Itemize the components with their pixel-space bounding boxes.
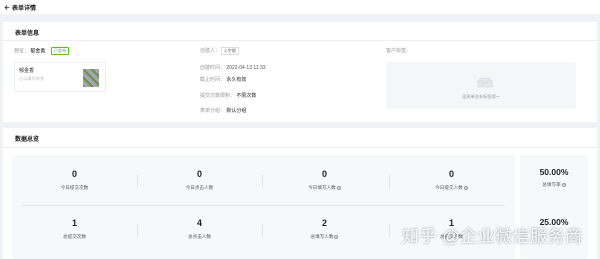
created-time-label: 创建时间：: [200, 65, 226, 71]
stat-value: 0: [71, 169, 77, 179]
stat-label: 总提交次数: [63, 234, 86, 239]
stat-total-clicks: 4 总点击人数: [137, 218, 262, 240]
stat-fill-rate: 50.00% 总填写率?: [520, 167, 588, 188]
arrow-left-icon[interactable]: [3, 4, 10, 11]
separator: [137, 175, 138, 189]
question-icon[interactable]: ?: [334, 234, 339, 239]
question-icon[interactable]: ?: [561, 182, 566, 187]
form-info-title: 表单信息: [15, 31, 40, 37]
submit-limit-label: 提交次数限制：: [200, 93, 236, 99]
stat-value: 4: [196, 218, 202, 228]
divider: [3, 147, 597, 148]
preview-thumbnail: [83, 69, 99, 87]
deadline-label: 截止时间：: [200, 77, 226, 83]
stat-label: 今日提交次数: [60, 185, 89, 190]
submit-limit-row: 提交次数限制： 不限次数: [200, 92, 256, 99]
separator: [262, 175, 263, 189]
deadline-row: 截止时间： 永久有效: [200, 76, 246, 83]
stat-value: 0: [196, 169, 202, 179]
page-title: 表单详情: [12, 5, 37, 12]
stat-today-fillers: 0 今日填写人数?: [262, 169, 387, 191]
rate-value: 50.00%: [539, 167, 569, 177]
question-icon[interactable]: ?: [336, 185, 341, 190]
stat-value: 0: [448, 169, 454, 179]
separator: [137, 224, 138, 238]
stat-label: 今日填写人数?: [262, 185, 387, 191]
stat-label-text: 今日提交人数: [435, 185, 463, 190]
rate-label-text: 总填写率: [542, 182, 561, 187]
tags-empty-text: 设表单没有标签哦～: [462, 94, 500, 99]
stat-label: 总点击人数: [188, 234, 211, 239]
stat-today-submitters: 0 今日提交人数?: [389, 169, 514, 191]
creator-value: J.宁皑: [221, 47, 240, 55]
submit-limit-value: 不限次数: [236, 93, 257, 99]
preview-card-name: 郁金香: [19, 68, 35, 74]
stat-today-submissions: 0 今日提交次数: [12, 169, 137, 191]
stat-total-fillers: 2 总填写人数?: [262, 218, 387, 240]
customer-tags-box: 设表单没有标签哦～: [386, 62, 576, 109]
empty-box-icon: [477, 77, 493, 88]
preview-card-subtitle: 已以填写的答: [19, 76, 45, 81]
creator-label: 创建人：: [200, 48, 221, 54]
stat-label: 今日提交人数?: [389, 185, 514, 191]
stat-label: 总填写人数?: [262, 234, 387, 240]
deadline-value: 永久有效: [226, 77, 247, 83]
tags-label: 客户标签：: [386, 48, 412, 54]
rate-label: 总填写率?: [520, 182, 588, 188]
separator: [262, 224, 263, 238]
form-preview-card[interactable]: 郁金香 已以填写的答: [14, 62, 106, 92]
stat-value: 2: [321, 218, 327, 228]
stat-today-clicks: 0 今日点击人数: [137, 169, 262, 191]
created-time-value: 2022-04-13 11:33: [226, 65, 266, 71]
preview-row: 预览： 郁金香 已发布: [14, 47, 70, 55]
group-label: 表单分组：: [200, 108, 226, 114]
group-row: 表单分组： 默认分组: [200, 107, 246, 114]
watermark: 知乎 @企业微信服务商: [402, 227, 583, 246]
overview-title: 数据总览: [15, 137, 40, 143]
preview-value[interactable]: 郁金香: [30, 48, 45, 54]
separator: [389, 224, 390, 238]
preview-label: 预览：: [14, 48, 30, 55]
status-badge: 已发布: [50, 47, 70, 55]
stat-label-text: 总填写人数: [310, 234, 334, 239]
tags-row: 客户标签：: [386, 47, 411, 54]
stat-total-submissions: 1 总提交次数: [12, 218, 137, 240]
stat-label: 今日点击人数: [185, 185, 214, 190]
divider: [3, 40, 597, 41]
creator-row: 创建人： J.宁皑: [200, 47, 240, 55]
top-bar: 表单详情: [0, 0, 600, 14]
separator: [389, 175, 390, 189]
created-time-row: 创建时间： 2022-04-13 11:33: [200, 64, 266, 71]
row-separator: [22, 205, 505, 206]
group-value: 默认分组: [226, 108, 247, 114]
stat-value: 1: [71, 218, 77, 228]
question-icon[interactable]: ?: [463, 185, 468, 190]
stat-value: 0: [321, 169, 327, 179]
stat-label-text: 今日填写人数: [308, 185, 336, 190]
